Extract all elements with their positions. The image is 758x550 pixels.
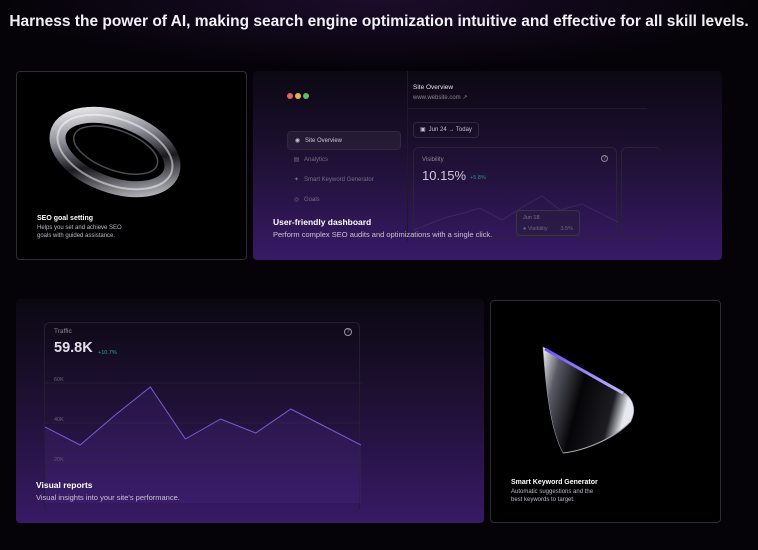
keyword-generator-description: Automatic suggestions and the best keywo… <box>511 489 594 503</box>
tooltip-label-text: Visibility <box>527 226 548 232</box>
window-maximize-dot <box>303 93 309 99</box>
traffic-delta: +10.7% <box>98 350 117 356</box>
chart-tooltip: Jun 18 ● Visibility 3.5% <box>516 210 580 236</box>
window-minimize-dot <box>295 93 301 99</box>
keyword-generator-card[interactable]: Smart Keyword Generator Automatic sugges… <box>490 300 721 523</box>
sidebar-item-goals[interactable]: ◎ Goals <box>287 191 401 210</box>
sidebar-item-site-overview[interactable]: ◉ Site Overview <box>287 131 401 150</box>
y-tick-label: 60K <box>54 377 64 383</box>
help-icon[interactable]: ? <box>344 328 352 336</box>
visual-reports-card[interactable]: Traffic ? 59.8K +10.7% 60K40K20K Visual … <box>16 299 484 523</box>
sparkle-icon: ✦ <box>293 177 300 183</box>
mock-site-url[interactable]: www.website.com ↗ <box>413 94 467 101</box>
header-divider <box>408 108 647 109</box>
traffic-value: 59.8K <box>54 340 93 356</box>
visibility-card: Visibility ? 10.15% +5.8% Jun 18 ● Visib… <box>413 147 618 237</box>
mock-page-title: Site Overview <box>413 84 454 91</box>
page-headline: Harness the power of AI, making search e… <box>9 13 749 30</box>
eye-icon: ◉ <box>294 138 301 144</box>
window-controls <box>287 86 311 104</box>
dashboard-card[interactable]: ◉ Site Overview ▤ Analytics ✦ Smart Keyword… <box>253 71 722 260</box>
sidebar-item-smart-keyword-generator[interactable]: ✦ Smart Keyword Generator <box>287 171 401 190</box>
visual-reports-description: Visual insights into your site's perform… <box>36 493 180 502</box>
seo-goal-card[interactable]: SEO goal setting Helps you set and achie… <box>16 71 247 260</box>
window-close-dot <box>287 93 293 99</box>
bar-chart-icon: ▤ <box>293 157 300 163</box>
calendar-icon: ▣ <box>420 127 426 133</box>
seo-goal-title: SEO goal setting <box>37 215 94 222</box>
date-range-label: Jun 24 → Today <box>428 127 472 133</box>
seo-goal-description: Helps you set and achieve SEO goals with… <box>37 225 122 239</box>
dashboard-description: Perform complex SEO audits and optimizat… <box>273 230 493 239</box>
sidebar-item-label: Analytics <box>304 157 329 163</box>
sidebar-item-analytics[interactable]: ▤ Analytics <box>287 151 401 170</box>
dashboard-mockup: ◉ Site Overview ▤ Analytics ✦ Smart Keyword… <box>277 71 661 241</box>
sidebar-item-label: Goals <box>304 197 320 203</box>
secondary-card <box>621 147 661 237</box>
tooltip-label: ● Visibility <box>523 226 548 232</box>
sidebar-item-label: Smart Keyword Generator <box>304 177 374 183</box>
date-range-button[interactable]: ▣ Jun 24 → Today <box>413 122 479 138</box>
sidebar-item-label: Site Overview <box>305 138 343 144</box>
target-icon: ◎ <box>293 197 300 203</box>
y-tick-label: 40K <box>54 417 64 423</box>
tooltip-date: Jun 18 <box>523 215 540 221</box>
visual-reports-title: Visual reports <box>36 480 93 490</box>
traffic-label: Traffic <box>54 328 72 335</box>
keyword-generator-title: Smart Keyword Generator <box>511 479 598 486</box>
sidebar-divider <box>407 71 408 241</box>
dashboard-title: User-friendly dashboard <box>273 217 372 227</box>
tooltip-value: 3.5% <box>560 226 573 232</box>
